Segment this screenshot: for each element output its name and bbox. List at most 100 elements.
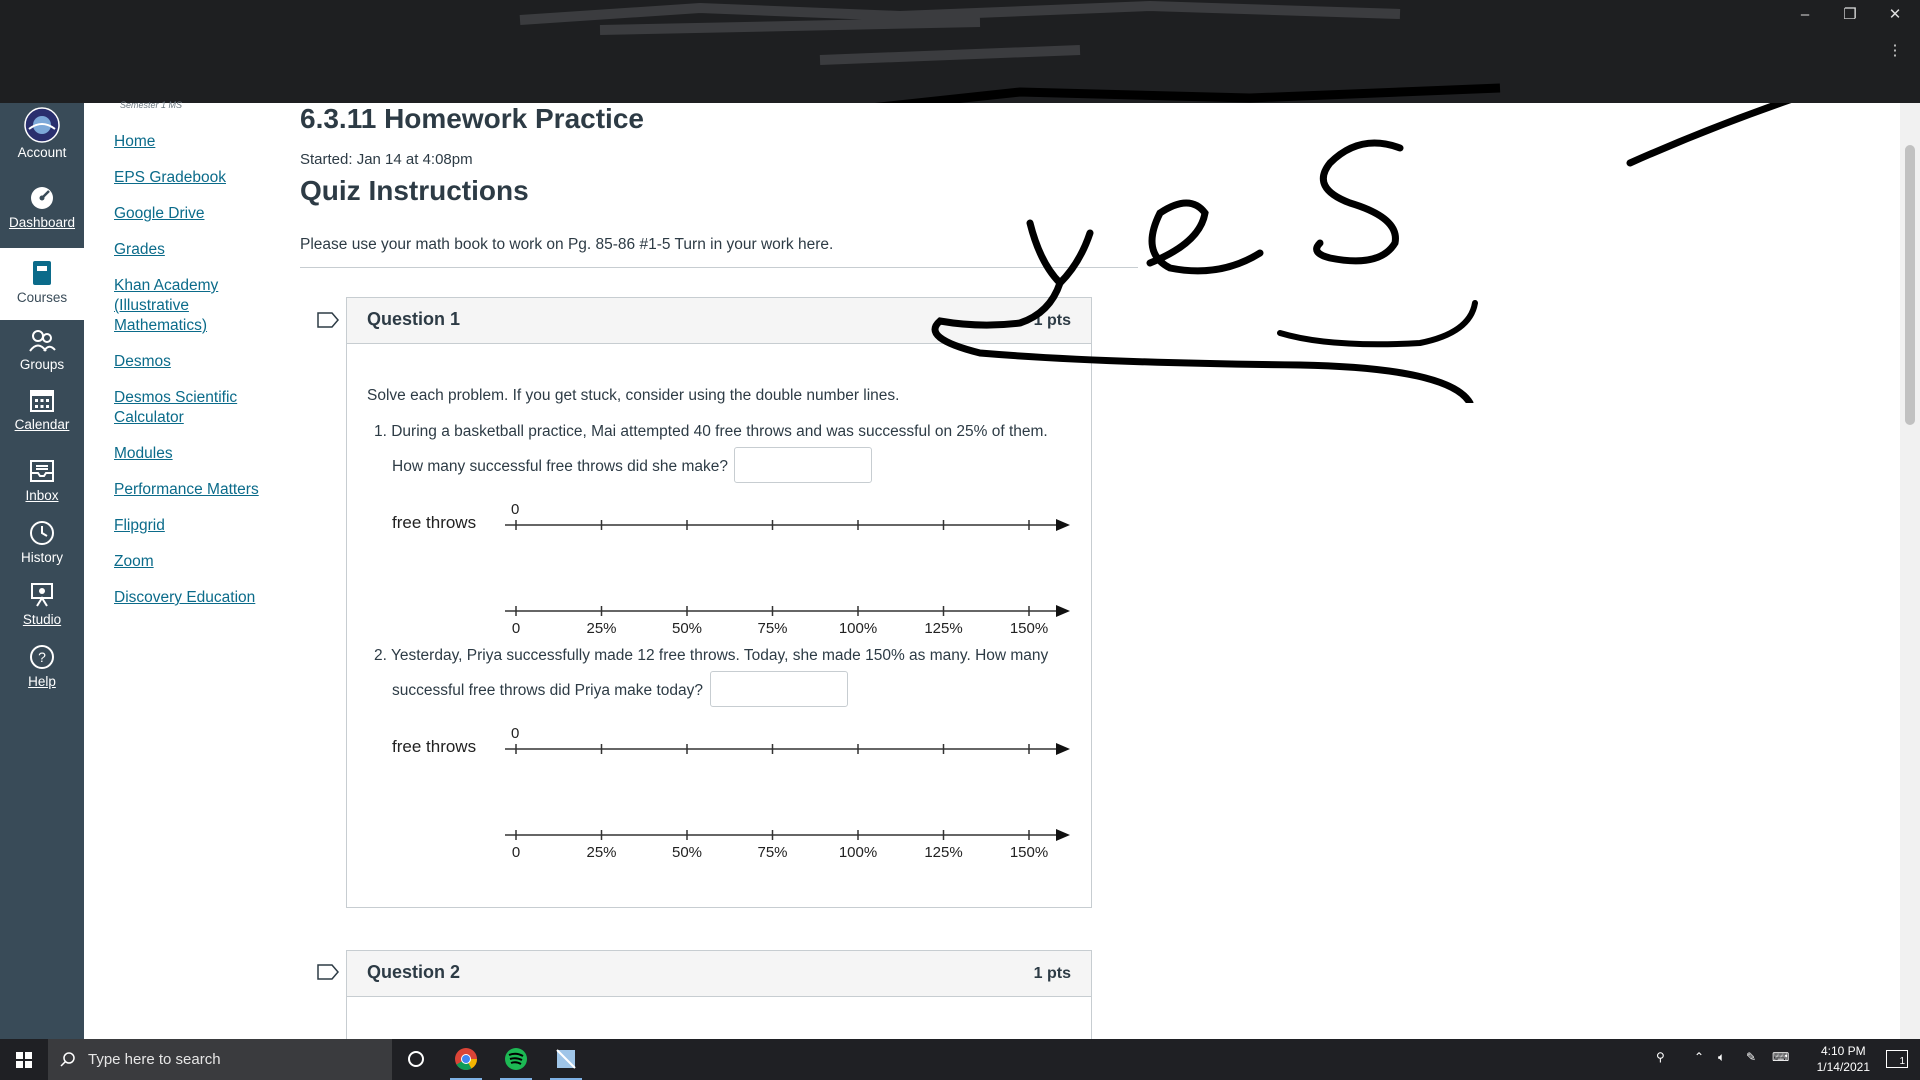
answer-input-1[interactable]: [734, 447, 872, 483]
history-icon: [30, 521, 54, 545]
problem-2-question: successful free throws did Priya make to…: [392, 682, 703, 699]
svg-text:?: ?: [38, 649, 46, 665]
percent-tick-label: 25%: [586, 620, 616, 635]
question-header: Question 1 1 pts: [347, 298, 1091, 344]
question-header: Question 2 1 pts: [347, 951, 1091, 997]
double-number-line-1: 0 25% 50% 75% 100% 125% 150%: [505, 519, 1070, 635]
course-nav-eps-gradebook[interactable]: EPS Gradebook: [114, 168, 284, 188]
flag-question-icon[interactable]: [317, 312, 339, 328]
course-nav-khan-academy[interactable]: Khan Academy (Illustrative Mathematics): [114, 276, 284, 336]
question-name: Question 2: [367, 962, 461, 982]
question-points: 1 pts: [1033, 965, 1071, 982]
flag-question-icon[interactable]: [317, 964, 339, 980]
nav-label: Calendar: [14, 417, 70, 432]
nav-courses[interactable]: Courses: [0, 248, 84, 320]
course-nav-home[interactable]: Home: [114, 132, 284, 152]
course-nav-flipgrid[interactable]: Flipgrid: [114, 516, 284, 536]
windows-taskbar: Type here to search ⚲ ⌃ 🔈︎ ✎ ⌨ 4:10 PM 1…: [0, 1039, 1920, 1080]
taskbar-clock[interactable]: 4:10 PM 1/14/2021: [1817, 1043, 1870, 1075]
app-window[interactable]: [542, 1039, 590, 1080]
problem-1-text: 1. During a basketball practice, Mai att…: [374, 423, 1048, 440]
nav-history[interactable]: History: [0, 518, 84, 565]
keyboard-icon[interactable]: ⌨: [1772, 1050, 1789, 1064]
search-placeholder: Type here to search: [88, 1051, 221, 1068]
answer-input-2[interactable]: [710, 671, 848, 707]
percent-tick-label: 150%: [1010, 620, 1048, 635]
clock-time: 4:10 PM: [1820, 1044, 1866, 1058]
nav-label: Groups: [19, 357, 65, 372]
search-icon: [60, 1052, 75, 1067]
page-title: 6.3.11 Homework Practice: [300, 103, 644, 134]
nav-label: Inbox: [25, 488, 59, 503]
double-number-line-2: 0 25% 50% 75% 100% 125% 150%: [505, 743, 1070, 859]
notification-count: 1: [1899, 1056, 1905, 1067]
nav-label: Account: [17, 145, 67, 160]
minimize-icon[interactable]: –: [1790, 4, 1820, 26]
groups-icon: [29, 330, 56, 352]
page-scrollbar[interactable]: [1900, 103, 1920, 1039]
numberline-label: free throws: [392, 513, 477, 532]
number-line-arrow: [1056, 605, 1070, 617]
nav-calendar[interactable]: Calendar: [0, 385, 84, 432]
windows-start-icon[interactable]: [0, 1039, 48, 1080]
question-name: Question 1: [367, 309, 461, 329]
restore-icon[interactable]: ❐: [1835, 4, 1865, 26]
volume-icon[interactable]: 🔈︎: [1718, 1050, 1725, 1065]
course-nav-modules[interactable]: Modules: [114, 444, 284, 464]
number-line-arrow: [1056, 829, 1070, 841]
browser-menu-icon[interactable]: ⋮: [1880, 40, 1910, 62]
percent-tick-label: 50%: [672, 620, 702, 635]
nav-groups[interactable]: Groups: [0, 325, 84, 372]
account-avatar-icon: [24, 107, 60, 143]
inbox-icon: [30, 460, 54, 482]
course-navigation: Home EPS Gradebook Google Drive Grades K…: [114, 132, 284, 624]
spotify-icon: [505, 1048, 527, 1070]
course-nav-discovery-education[interactable]: Discovery Education: [114, 588, 284, 608]
nav-help[interactable]: ? Help: [0, 642, 84, 689]
percent-tick-label: 75%: [757, 620, 787, 635]
studio-icon: [31, 583, 53, 607]
dashboard-icon: [31, 187, 53, 209]
scrollbar-thumb[interactable]: [1905, 145, 1915, 425]
pen-icon[interactable]: ✎: [1746, 1050, 1756, 1064]
window-app-icon: [556, 1049, 576, 1069]
scribble-overlay-top: [519, 0, 1501, 103]
instructions-heading: Quiz Instructions: [300, 175, 529, 206]
cortana-icon[interactable]: [392, 1039, 440, 1080]
nav-dashboard[interactable]: Dashboard: [0, 183, 84, 230]
started-time: Started: Jan 14 at 4:08pm: [300, 151, 473, 168]
percent-tick-label: 100%: [839, 844, 877, 859]
clock-date: 1/14/2021: [1816, 1060, 1870, 1074]
course-nav-desmos-scientific[interactable]: Desmos Scientific Calculator: [114, 388, 284, 428]
course-nav-grades[interactable]: Grades: [114, 240, 284, 260]
problem-1-question: How many successful free throws did she …: [392, 458, 728, 475]
close-icon[interactable]: ✕: [1880, 4, 1910, 26]
nav-studio[interactable]: Studio: [0, 580, 84, 627]
chrome-app[interactable]: [442, 1039, 490, 1080]
percent-tick-label: 25%: [586, 844, 616, 859]
question-2: Question 2 1 pts: [346, 950, 1092, 1050]
course-nav-performance-matters[interactable]: Performance Matters: [114, 480, 284, 500]
notification-icon[interactable]: 1: [1886, 1050, 1908, 1068]
taskbar-search[interactable]: Type here to search: [48, 1039, 392, 1080]
people-icon[interactable]: ⚲: [1656, 1050, 1665, 1064]
number-line-arrow: [1056, 519, 1070, 531]
percent-tick-label: 0: [512, 620, 520, 635]
nav-label: Dashboard: [8, 215, 76, 230]
chevron-up-icon[interactable]: ⌃: [1694, 1050, 1704, 1064]
help-icon: ?: [30, 645, 54, 669]
spotify-app[interactable]: [492, 1039, 540, 1080]
course-nav-zoom[interactable]: Zoom: [114, 552, 284, 572]
nav-label: Help: [28, 674, 56, 689]
nav-label: Courses: [16, 290, 68, 305]
nav-account[interactable]: Account: [0, 107, 84, 160]
percent-tick-label: 50%: [672, 844, 702, 859]
chrome-icon: [455, 1048, 477, 1070]
question-points: 1 pts: [1033, 312, 1071, 329]
number-line-arrow: [1056, 743, 1070, 755]
nav-inbox[interactable]: Inbox: [0, 456, 84, 503]
courses-icon: [33, 261, 51, 285]
global-navigation: Account Dashboard Courses Groups Calenda…: [0, 103, 84, 1039]
course-nav-desmos[interactable]: Desmos: [114, 352, 284, 372]
course-nav-google-drive[interactable]: Google Drive: [114, 204, 284, 224]
